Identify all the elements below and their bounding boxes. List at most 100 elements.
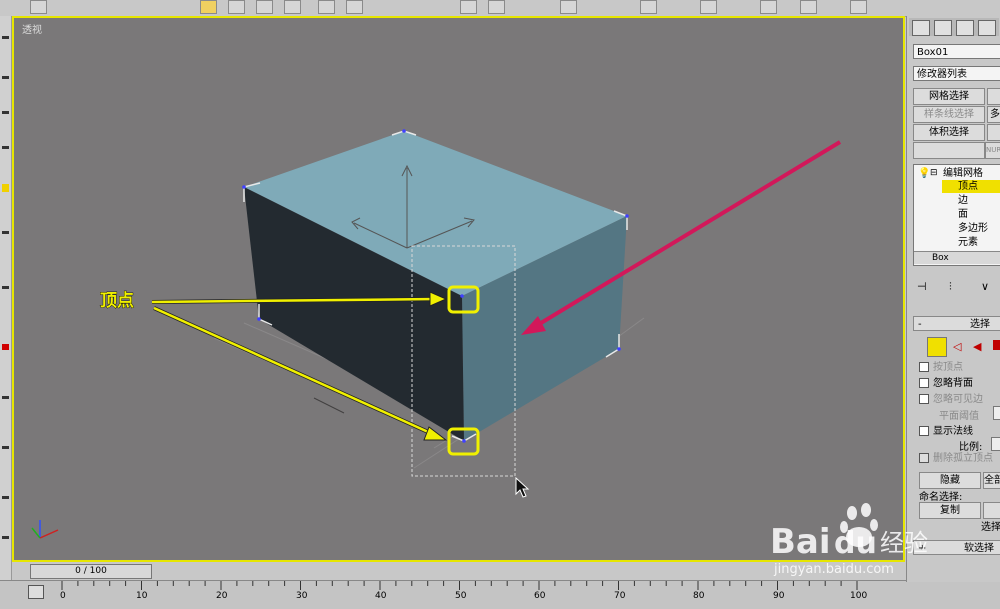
tick-label: 20 — [216, 591, 228, 601]
paste-button[interactable] — [983, 502, 1000, 519]
tick-label: 0 — [60, 591, 66, 601]
unhide-all-button[interactable]: 全部 — [983, 472, 1000, 489]
spline-select-button[interactable]: 样条线选择 — [913, 106, 985, 123]
toolbar-button[interactable] — [460, 0, 477, 14]
tick-label: 70 — [614, 591, 626, 601]
planar-threshold-label: 平面阈值 — [939, 411, 979, 422]
selection-rollout-title: 选择 — [970, 319, 990, 330]
strip-mark — [2, 76, 9, 79]
select-tool-button[interactable] — [200, 0, 217, 14]
move-tool-button[interactable] — [318, 0, 335, 14]
hierarchy-tab-icon[interactable] — [956, 20, 974, 36]
modifier-list-dropdown[interactable]: 修改器列表 — [913, 66, 1000, 81]
modify-tab-icon[interactable] — [934, 20, 952, 36]
strip-mark — [2, 396, 9, 399]
by-vertex-option[interactable]: 按顶点 — [919, 361, 963, 374]
polygon-level-icon[interactable] — [993, 340, 1000, 350]
checkbox[interactable] — [919, 426, 929, 436]
modifier-stack[interactable]: 💡 ⊟ 编辑网格 顶点 边 面 多边形 元素 Box — [913, 164, 1000, 266]
axis-tripod — [31, 520, 59, 539]
tick-label: 40 — [375, 591, 387, 601]
poly-select-button-partial[interactable]: 多 — [987, 106, 1000, 123]
strip-mark — [2, 446, 9, 449]
toolbar-button[interactable] — [256, 0, 273, 14]
stack-item-polygon[interactable]: 多边形 — [958, 222, 988, 235]
scale-spinner[interactable] — [991, 437, 1000, 451]
panel-tabs — [909, 18, 999, 36]
stack-item-element[interactable]: 元素 — [958, 236, 978, 249]
ruler-ticks — [61, 581, 858, 590]
volume-select-button[interactable]: 体积选择 — [913, 124, 985, 141]
tick-label: 10 — [136, 591, 148, 601]
strip-mark — [2, 231, 9, 234]
toolbar-button[interactable] — [800, 0, 817, 14]
make-unique-icon[interactable]: ∨ — [981, 280, 989, 293]
checkbox[interactable] — [919, 362, 929, 372]
strip-mark — [2, 111, 9, 114]
watermark-url: jingyan.baidu.com — [773, 562, 894, 577]
show-normals-option[interactable]: 显示法线 — [919, 425, 973, 438]
collapse-icon[interactable]: ⊟ — [930, 167, 938, 180]
tick-label: 50 — [455, 591, 467, 601]
checkbox[interactable] — [919, 453, 929, 463]
stack-item-face[interactable]: 面 — [958, 208, 968, 221]
vertex-level-icon[interactable] — [927, 337, 947, 357]
modifier-button-partial[interactable] — [987, 124, 1000, 141]
time-slider[interactable]: 0 / 100 — [30, 564, 152, 579]
scene-canvas: 顶点 — [31, 129, 842, 539]
modifier-button-partial[interactable] — [987, 88, 1000, 105]
strip-mark — [2, 536, 9, 539]
stack-item-vertex[interactable]: 顶点 — [958, 180, 978, 193]
hide-button[interactable]: 隐藏 — [919, 472, 981, 489]
create-tab-icon[interactable] — [912, 20, 930, 36]
mesh-select-button[interactable]: 网格选择 — [913, 88, 985, 105]
edge-level-icon[interactable]: ◁ — [953, 340, 961, 353]
nurbs-select-button-partial[interactable]: NURE — [985, 142, 1000, 159]
toolbar-button[interactable] — [228, 0, 245, 14]
timeline-ruler[interactable]: 0 10 20 30 40 50 60 70 80 90 100 — [0, 580, 1000, 609]
stack-root-item[interactable]: 编辑网格 — [943, 167, 983, 180]
modifier-button-empty[interactable] — [913, 142, 985, 159]
light-bulb-icon[interactable]: 💡 — [918, 167, 930, 180]
option-label: 忽略背面 — [933, 378, 973, 389]
baidu-watermark: Bai du 经验 jingyan.baidu.com — [770, 503, 928, 577]
toolbar-button[interactable] — [488, 0, 505, 14]
motion-tab-icon[interactable] — [978, 20, 996, 36]
toolbar-button[interactable] — [700, 0, 717, 14]
tick-label: 30 — [296, 591, 308, 601]
object-name-field[interactable]: Box01 — [913, 44, 1000, 59]
show-end-result-icon[interactable]: ⫶ — [949, 280, 952, 294]
strip-red-mark — [2, 344, 9, 350]
planar-threshold-spinner[interactable] — [993, 406, 1000, 420]
perspective-viewport[interactable]: 透视 顶点 — [12, 16, 905, 562]
toolbar-button[interactable] — [30, 0, 47, 14]
face-level-icon[interactable]: ◀ — [973, 340, 981, 353]
toolbar-button[interactable] — [640, 0, 657, 14]
rotate-tool-button[interactable] — [346, 0, 363, 14]
left-tool-strip — [0, 16, 12, 582]
main-toolbar — [0, 0, 1000, 17]
option-label: 显示法线 — [933, 426, 973, 437]
toolbar-button[interactable] — [760, 0, 777, 14]
strip-mark — [2, 146, 9, 149]
pin-stack-icon[interactable]: ⊣ — [917, 280, 927, 293]
scale-label: 比例: — [959, 442, 983, 453]
ignore-visible-edges-option[interactable]: 忽略可见边 — [919, 393, 983, 406]
toolbar-button[interactable] — [284, 0, 301, 14]
vertex-callout-label: 顶点 — [100, 290, 134, 311]
stack-item-edge[interactable]: 边 — [958, 194, 968, 207]
selection-rollout-header[interactable]: - 选择 — [913, 316, 1000, 331]
delete-isolated-option[interactable]: 删除孤立顶点 — [919, 452, 993, 465]
tick-label: 100 — [850, 591, 868, 601]
selection-info-partial: 选择 — [981, 522, 1000, 533]
option-label: 忽略可见边 — [933, 394, 983, 405]
toolbar-button[interactable] — [560, 0, 577, 14]
toolbar-button[interactable] — [850, 0, 867, 14]
checkbox[interactable] — [919, 378, 929, 388]
mouse-cursor — [515, 476, 530, 498]
stack-base-object[interactable]: Box — [914, 251, 1000, 264]
checkbox[interactable] — [919, 394, 929, 404]
ignore-backfacing-option[interactable]: 忽略背面 — [919, 377, 973, 390]
tick-label: 80 — [693, 591, 705, 601]
strip-mark — [2, 286, 9, 289]
